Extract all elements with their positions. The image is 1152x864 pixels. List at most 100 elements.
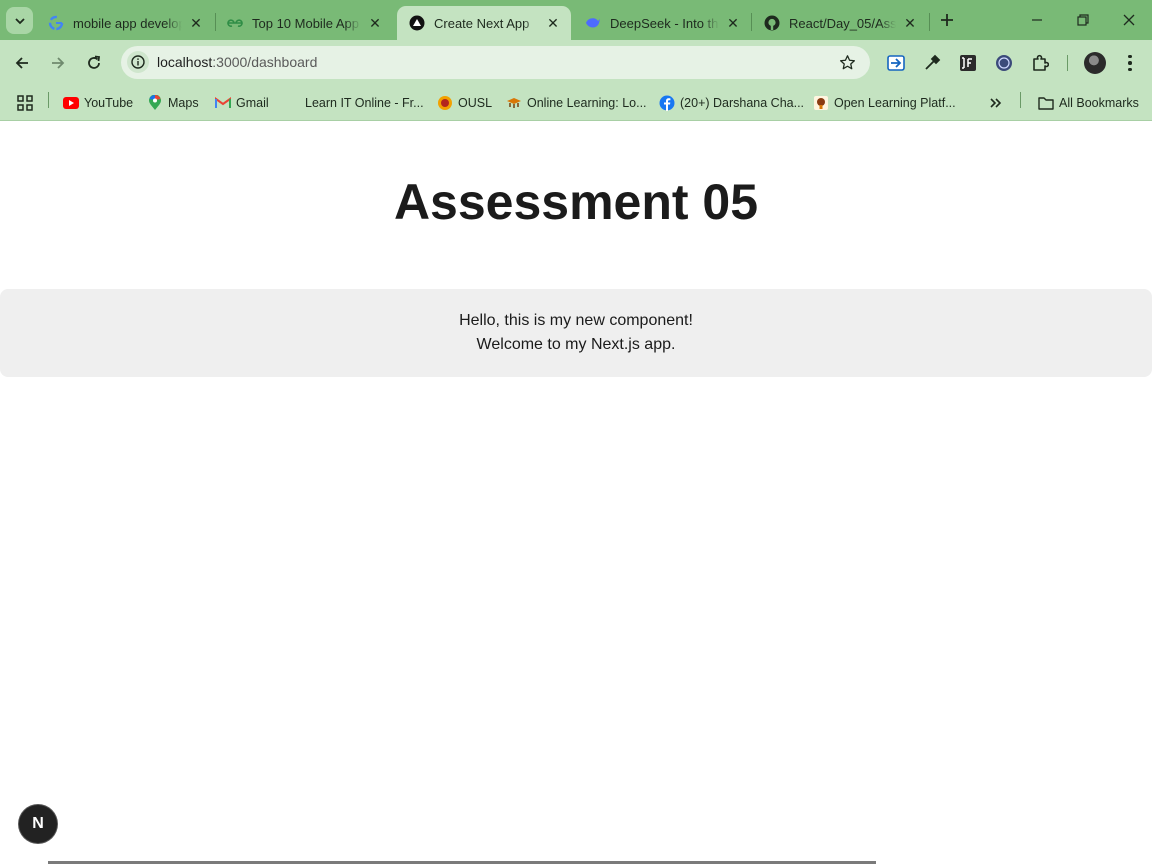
chevron-double-right-icon xyxy=(990,98,1002,108)
minimize-button[interactable] xyxy=(1025,8,1049,32)
arrow-right-icon xyxy=(52,57,65,69)
bookmark-label: Gmail xyxy=(236,96,269,110)
extension-button[interactable] xyxy=(921,52,943,74)
bookmark-online-learning[interactable]: Online Learning: Lo... xyxy=(506,92,647,114)
component-welcome: Welcome to my Next.js app. xyxy=(476,336,676,353)
close-icon[interactable]: ✕ xyxy=(545,15,561,31)
close-icon xyxy=(1123,14,1135,26)
ousl-icon xyxy=(437,95,453,111)
reload-button[interactable] xyxy=(81,50,107,76)
tab-strip: mobile app develop ✕ Top 10 Mobile App D… xyxy=(0,0,1152,40)
bookmark-label: Learn IT Online - Fr... xyxy=(305,96,424,110)
more-menu-button[interactable] xyxy=(1120,52,1140,74)
github-icon xyxy=(764,15,780,31)
font-extension-icon xyxy=(960,55,976,71)
bookmark-learn-it[interactable]: Learn IT Online - Fr... xyxy=(305,92,424,114)
maps-icon xyxy=(147,95,163,111)
close-icon[interactable]: ✕ xyxy=(367,15,383,31)
bookmark-label: YouTube xyxy=(84,96,134,110)
browser-chrome: mobile app develop ✕ Top 10 Mobile App D… xyxy=(0,0,1152,121)
site-info-button[interactable] xyxy=(127,51,149,73)
extension-button[interactable] xyxy=(885,52,907,74)
tab-5[interactable]: React/Day_05/Asses ✕ xyxy=(752,6,928,40)
tab-title: mobile app develop xyxy=(73,15,182,31)
arrow-left-icon xyxy=(15,57,28,69)
bookmark-ousl[interactable]: OUSL xyxy=(437,92,492,114)
component-greeting: Hello, this is my new component! xyxy=(459,312,693,329)
nextjs-icon xyxy=(409,15,425,31)
puzzle-icon xyxy=(1033,54,1049,71)
tab-separator xyxy=(929,13,930,31)
deepseek-icon xyxy=(585,15,601,31)
page-title: Assessment 05 xyxy=(393,174,759,230)
geeksforgeeks-icon xyxy=(227,15,243,31)
apps-grid-icon xyxy=(17,95,33,111)
back-button[interactable] xyxy=(9,50,35,76)
bookmark-youtube[interactable]: YouTube xyxy=(63,92,133,114)
bookmark-label: OUSL xyxy=(458,96,493,110)
extension-button[interactable] xyxy=(993,52,1015,74)
bookmark-label: Online Learning: Lo... xyxy=(527,96,647,110)
restore-icon xyxy=(1077,14,1089,26)
page-viewport: Assessment 05 Hello, this is my new comp… xyxy=(0,121,1152,864)
youtube-icon xyxy=(63,95,79,111)
tab-title: React/Day_05/Asses xyxy=(789,15,896,31)
open-learning-icon xyxy=(813,95,829,111)
apps-button[interactable] xyxy=(17,92,33,114)
tab-1[interactable]: mobile app develop ✕ xyxy=(36,6,214,40)
url-text[interactable]: localhost:3000/dashboard xyxy=(157,54,317,70)
bookmarks-bar: YouTube Maps Gmail Learn IT Online - Fr.… xyxy=(0,86,1152,121)
facebook-icon xyxy=(659,95,675,111)
minimize-icon xyxy=(1032,19,1042,21)
bookmarks-separator xyxy=(1020,92,1021,108)
close-icon[interactable]: ✕ xyxy=(188,15,204,31)
bookmark-facebook[interactable]: (20+) Darshana Cha... xyxy=(659,92,804,114)
restore-button[interactable] xyxy=(1071,8,1095,32)
close-icon[interactable]: ✕ xyxy=(725,15,741,31)
gmail-icon xyxy=(215,95,231,111)
forward-button[interactable] xyxy=(45,50,71,76)
more-bookmarks-button[interactable] xyxy=(989,92,1003,114)
all-bookmarks-button[interactable]: All Bookmarks xyxy=(1038,92,1139,114)
nextjs-badge-letter: N xyxy=(32,815,44,832)
new-tab-button[interactable] xyxy=(936,9,958,31)
reload-icon xyxy=(88,55,101,69)
extensions-menu-button[interactable] xyxy=(1029,52,1051,74)
web-extension-icon xyxy=(996,55,1012,71)
tab-3-active[interactable]: Create Next App ✕ xyxy=(397,6,571,40)
tab-search-button[interactable] xyxy=(6,7,33,34)
tab-title: Top 10 Mobile App D xyxy=(252,15,361,31)
tab-2[interactable]: Top 10 Mobile App D ✕ xyxy=(215,6,393,40)
tab-title: DeepSeek - Into the xyxy=(610,15,719,31)
component-panel: Hello, this is my new component! Welcome… xyxy=(0,289,1152,377)
bookmark-open-learning[interactable]: Open Learning Platf... xyxy=(813,92,956,114)
bookmark-star-button[interactable] xyxy=(838,53,856,71)
star-icon xyxy=(839,54,855,69)
tab-4[interactable]: DeepSeek - Into the ✕ xyxy=(573,6,751,40)
close-window-button[interactable] xyxy=(1117,8,1141,32)
extension-button[interactable] xyxy=(957,52,979,74)
folder-icon xyxy=(1038,95,1054,111)
bookmark-label: (20+) Darshana Cha... xyxy=(680,96,805,110)
mortarboard-icon xyxy=(506,95,522,111)
eyedropper-icon xyxy=(925,54,941,70)
url-path: :3000/dashboard xyxy=(212,54,318,70)
address-bar[interactable]: localhost:3000/dashboard xyxy=(121,46,870,79)
extension-screen-icon xyxy=(887,55,905,71)
google-icon xyxy=(48,15,64,31)
all-bookmarks-label: All Bookmarks xyxy=(1059,96,1139,110)
bookmark-gmail[interactable]: Gmail xyxy=(215,92,269,114)
info-icon xyxy=(131,55,145,69)
bookmark-maps[interactable]: Maps xyxy=(147,92,199,114)
plus-icon xyxy=(941,14,953,26)
navigation-toolbar: localhost:3000/dashboard xyxy=(0,40,1152,86)
bookmark-label: Open Learning Platf... xyxy=(834,96,956,110)
url-host: localhost xyxy=(157,54,213,70)
bookmarks-separator xyxy=(48,92,49,108)
profile-avatar[interactable] xyxy=(1084,52,1106,74)
close-icon[interactable]: ✕ xyxy=(902,15,918,31)
nextjs-dev-tools-button[interactable]: N xyxy=(19,805,57,843)
chevron-down-icon xyxy=(14,17,25,24)
bookmark-label: Maps xyxy=(168,96,199,110)
tab-title: Create Next App xyxy=(434,15,530,31)
